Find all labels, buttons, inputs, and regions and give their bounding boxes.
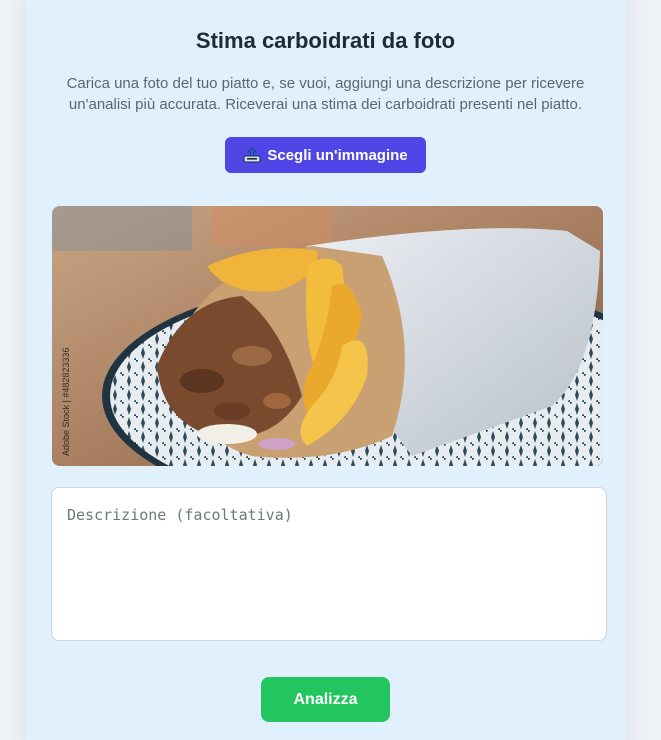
analyze-button[interactable]: Analizza (261, 677, 390, 722)
description-input[interactable] (51, 487, 607, 641)
page-title: Stima carboidrati da foto (195, 28, 456, 53)
choose-image-label: Scegli un'immagine (267, 146, 408, 164)
page-description: Carica una foto del tuo piatto e, se vuo… (66, 75, 585, 113)
upload-tray-icon (243, 147, 261, 163)
photo-watermark: Adobe Stock | #482823336 (61, 348, 71, 456)
uploaded-photo-preview: Adobe Stock | #482823336 (52, 206, 603, 466)
choose-image-button[interactable]: Scegli un'immagine (225, 137, 426, 173)
